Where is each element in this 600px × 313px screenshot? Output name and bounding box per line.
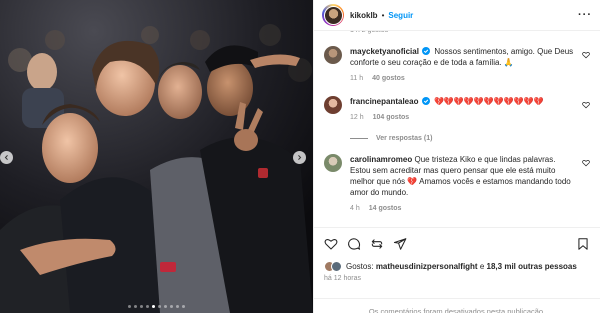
carousel-dot bbox=[158, 305, 161, 308]
comment-like-heart-icon[interactable] bbox=[582, 101, 590, 109]
comment-likes[interactable]: 14 gostos bbox=[369, 203, 402, 214]
comment-item: francinepantaleao 💔💔💔💔💔💔💔💔💔💔💔 12 h 104 g… bbox=[324, 96, 590, 123]
bookmark-icon[interactable] bbox=[576, 237, 590, 251]
comments-disabled-notice: Os comentários foram desativados nesta p… bbox=[314, 298, 600, 313]
carousel-dot bbox=[134, 305, 137, 308]
carousel-dot bbox=[128, 305, 131, 308]
comment-item: carolinamromeo Que tristeza Kiko e que l… bbox=[324, 154, 590, 214]
post-time[interactable]: há 12 horas bbox=[324, 275, 590, 282]
share-icon[interactable] bbox=[370, 237, 384, 251]
comment-like-heart-icon[interactable] bbox=[582, 159, 590, 167]
follow-button[interactable]: Seguir bbox=[388, 11, 413, 20]
clipped-comment-meta: 1 h 2 gostos bbox=[324, 31, 590, 39]
carousel-dot bbox=[182, 305, 185, 308]
previous-photo-button[interactable] bbox=[0, 151, 13, 164]
commenter-avatar[interactable] bbox=[324, 96, 342, 114]
carousel-dot bbox=[140, 305, 143, 308]
send-icon[interactable] bbox=[393, 237, 407, 251]
comment-time[interactable]: 11 h bbox=[350, 73, 363, 84]
comment-icon[interactable] bbox=[347, 237, 361, 251]
post-actions: Gostos: matheusdinizpersonalfight e 18,3… bbox=[314, 227, 600, 313]
carousel-dot bbox=[170, 305, 173, 308]
chevron-left-icon bbox=[4, 155, 8, 160]
comment-likes[interactable]: 104 gostos bbox=[373, 112, 410, 123]
comment-username[interactable]: francinepantaleao bbox=[350, 97, 418, 106]
instagram-post-modal: kikoklb • Seguir ··· 1 h 2 gostos maycke… bbox=[0, 0, 600, 313]
carousel-dot bbox=[146, 305, 149, 308]
verified-badge-icon bbox=[422, 47, 431, 55]
verified-badge-icon bbox=[421, 97, 430, 105]
more-horizontal-icon[interactable]: ··· bbox=[578, 9, 592, 21]
chevron-right-icon bbox=[298, 155, 302, 160]
likes-join: e bbox=[479, 262, 485, 271]
commenter-avatar[interactable] bbox=[324, 46, 342, 64]
replies-line bbox=[350, 138, 368, 139]
carousel-dot bbox=[164, 305, 167, 308]
others-count-link[interactable]: 18,3 mil outras pessoas bbox=[487, 262, 577, 271]
comment-username[interactable]: maycketyanoficial bbox=[350, 47, 419, 56]
post-side-panel: kikoklb • Seguir ··· 1 h 2 gostos maycke… bbox=[313, 0, 600, 313]
comments-list[interactable]: 1 h 2 gostos maycketyanoficial Nossos se… bbox=[314, 31, 600, 227]
carousel-dot bbox=[176, 305, 179, 308]
commenter-avatar[interactable] bbox=[324, 154, 342, 172]
view-replies-label: Ver respostas (1) bbox=[376, 135, 433, 142]
author-username[interactable]: kikoklb bbox=[350, 11, 378, 20]
separator-dot: • bbox=[381, 10, 385, 20]
comment-like-heart-icon[interactable] bbox=[582, 51, 590, 59]
next-photo-button[interactable] bbox=[293, 151, 306, 164]
comment-time[interactable]: 4 h bbox=[350, 203, 360, 214]
selfie-photo bbox=[0, 0, 313, 313]
author-avatar[interactable] bbox=[322, 4, 344, 26]
comment-text: 💔💔💔💔💔💔💔💔💔💔💔 bbox=[433, 97, 544, 106]
liker-avatar[interactable] bbox=[331, 261, 342, 272]
comment-item: maycketyanoficial Nossos sentimentos, am… bbox=[324, 46, 590, 84]
comment-time[interactable]: 12 h bbox=[350, 112, 364, 123]
likes-summary: Gostos: matheusdinizpersonalfight e 18,3… bbox=[324, 261, 590, 272]
heart-icon[interactable] bbox=[324, 237, 338, 251]
comment-likes[interactable]: 40 gostos bbox=[372, 73, 405, 84]
carousel-indicator bbox=[0, 305, 313, 308]
view-replies-button[interactable]: Ver respostas (1) bbox=[350, 135, 590, 142]
liked-by-username[interactable]: matheusdinizpersonalfight bbox=[376, 262, 478, 271]
post-photo[interactable] bbox=[0, 0, 313, 313]
likes-prefix: Gostos: bbox=[346, 262, 374, 271]
post-header: kikoklb • Seguir ··· bbox=[314, 0, 600, 31]
carousel-dot bbox=[152, 305, 155, 308]
comment-username[interactable]: carolinamromeo bbox=[350, 155, 412, 164]
